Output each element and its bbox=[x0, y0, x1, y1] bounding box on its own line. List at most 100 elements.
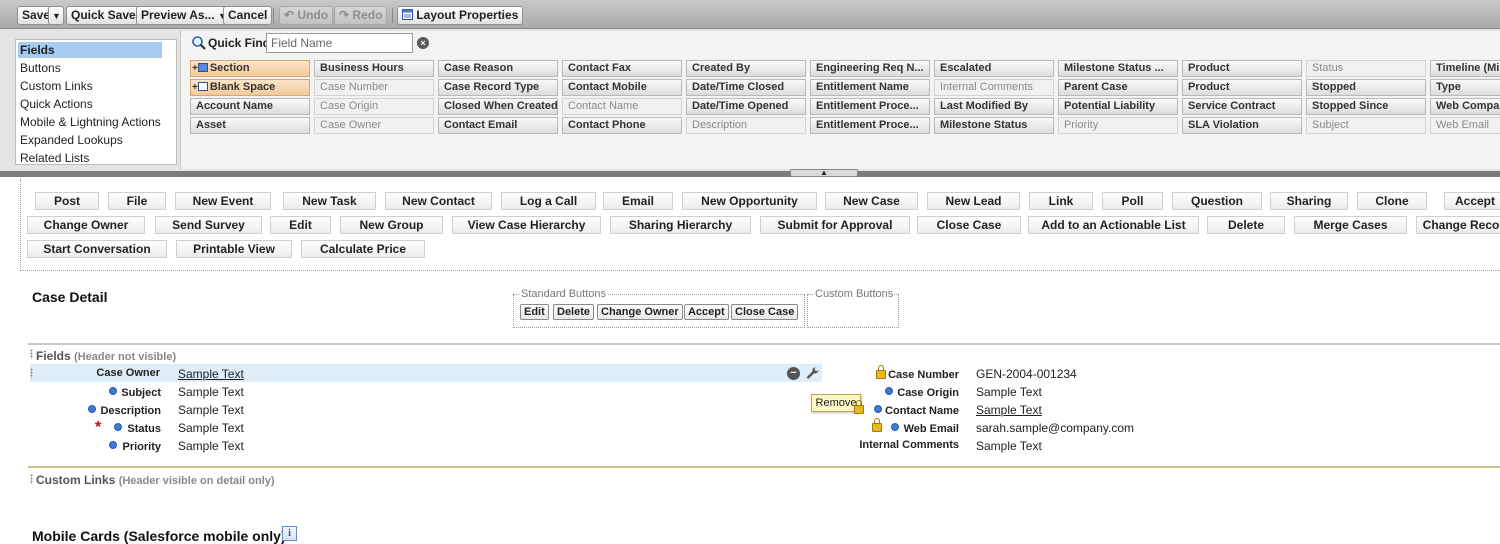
palette-field-item[interactable]: Contact Name bbox=[562, 98, 682, 115]
action-sharing-button[interactable]: Sharing bbox=[1270, 192, 1348, 210]
palette-field-item[interactable]: Asset bbox=[190, 117, 310, 134]
palette-blank-space-item[interactable]: + Blank Space bbox=[190, 79, 310, 96]
palette-field-item[interactable]: Parent Case bbox=[1058, 79, 1178, 96]
field-value-contact-name[interactable]: Sample Text bbox=[976, 403, 1042, 417]
palette-section-item[interactable]: + Section bbox=[190, 60, 310, 77]
save-dropdown-button[interactable]: ▼ bbox=[48, 6, 64, 25]
palette-field-item[interactable]: Stopped bbox=[1306, 79, 1426, 96]
palette-field-item[interactable]: Entitlement Name bbox=[810, 79, 930, 96]
palette-field-item[interactable]: Internal Comments bbox=[934, 79, 1054, 96]
palette-field-item[interactable]: Product bbox=[1182, 60, 1302, 77]
palette-field-item[interactable]: Account Name bbox=[190, 98, 310, 115]
detail-accept-button[interactable]: Accept bbox=[684, 304, 729, 320]
detail-edit-button[interactable]: Edit bbox=[520, 304, 549, 320]
palette-field-item[interactable]: Description bbox=[686, 117, 806, 134]
action-clone-button[interactable]: Clone bbox=[1357, 192, 1427, 210]
palette-field-item[interactable]: Date/Time Closed bbox=[686, 79, 806, 96]
fields-section-header[interactable]: Fields (Header not visible) bbox=[36, 349, 176, 363]
action-printable-view-button[interactable]: Printable View bbox=[176, 240, 292, 258]
action-close-case-button[interactable]: Close Case bbox=[917, 216, 1021, 234]
palette-field-item[interactable]: Engineering Req N... bbox=[810, 60, 930, 77]
category-custom-links[interactable]: Custom Links bbox=[18, 78, 162, 94]
collapse-palette-handle[interactable]: ▲ bbox=[790, 169, 858, 177]
field-value-web-email[interactable]: sarah.sample@company.com bbox=[976, 421, 1134, 435]
palette-field-item[interactable]: Milestone Status ... bbox=[1058, 60, 1178, 77]
quick-find-input[interactable] bbox=[266, 33, 413, 53]
palette-field-item[interactable]: Escalated bbox=[934, 60, 1054, 77]
category-expanded-lookups[interactable]: Expanded Lookups bbox=[18, 132, 162, 148]
field-value-internal-comments[interactable]: Sample Text bbox=[976, 439, 1042, 453]
palette-field-item[interactable]: Contact Fax bbox=[562, 60, 682, 77]
palette-field-item[interactable]: Timeline (Minu bbox=[1430, 60, 1500, 77]
preview-as-button[interactable]: Preview As... ▼ bbox=[136, 6, 232, 25]
action-file-button[interactable]: File bbox=[108, 192, 166, 210]
palette-field-item[interactable]: Case Reason bbox=[438, 60, 558, 77]
palette-field-item[interactable]: Potential Liability bbox=[1058, 98, 1178, 115]
quick-save-button[interactable]: Quick Save bbox=[66, 6, 141, 25]
palette-splitter[interactable] bbox=[0, 171, 1500, 177]
action-new-opportunity-button[interactable]: New Opportunity bbox=[682, 192, 817, 210]
undo-button[interactable]: ↶ Undo bbox=[279, 6, 334, 25]
palette-field-item[interactable]: Case Origin bbox=[314, 98, 434, 115]
palette-field-item[interactable]: Milestone Status bbox=[934, 117, 1054, 134]
field-value-description[interactable]: Sample Text bbox=[178, 403, 244, 417]
action-delete-button[interactable]: Delete bbox=[1207, 216, 1285, 234]
category-mobile-lightning-actions[interactable]: Mobile & Lightning Actions bbox=[18, 114, 162, 130]
action-log-a-call-button[interactable]: Log a Call bbox=[501, 192, 596, 210]
palette-field-item[interactable]: Contact Mobile bbox=[562, 79, 682, 96]
action-new-task-button[interactable]: New Task bbox=[283, 192, 376, 210]
action-calculate-price-button[interactable]: Calculate Price bbox=[301, 240, 425, 258]
palette-field-item[interactable]: Priority bbox=[1058, 117, 1178, 134]
palette-field-item[interactable]: Entitlement Proce... bbox=[810, 117, 930, 134]
palette-field-item[interactable]: Case Number bbox=[314, 79, 434, 96]
palette-field-item[interactable]: Closed When Created bbox=[438, 98, 558, 115]
action-post-button[interactable]: Post bbox=[35, 192, 99, 210]
custom-links-section-header[interactable]: Custom Links (Header visible on detail o… bbox=[36, 473, 275, 487]
palette-field-item[interactable]: Business Hours bbox=[314, 60, 434, 77]
cancel-button[interactable]: Cancel bbox=[223, 6, 273, 25]
drag-handle-icon[interactable] bbox=[30, 349, 33, 359]
category-fields[interactable]: Fields bbox=[18, 42, 162, 58]
palette-field-item[interactable]: Service Contract bbox=[1182, 98, 1302, 115]
action-view-case-hierarchy-button[interactable]: View Case Hierarchy bbox=[452, 216, 601, 234]
action-edit-button[interactable]: Edit bbox=[270, 216, 331, 234]
palette-field-item[interactable]: Product bbox=[1182, 79, 1302, 96]
action-add-to-an-actionable-list-button[interactable]: Add to an Actionable List bbox=[1028, 216, 1199, 234]
action-new-lead-button[interactable]: New Lead bbox=[927, 192, 1020, 210]
action-new-group-button[interactable]: New Group bbox=[340, 216, 443, 234]
detail-delete-button[interactable]: Delete bbox=[553, 304, 595, 320]
palette-field-item[interactable]: Stopped Since bbox=[1306, 98, 1426, 115]
redo-button[interactable]: ↷ Redo bbox=[334, 6, 388, 25]
palette-field-item[interactable]: Created By bbox=[686, 60, 806, 77]
field-value-priority[interactable]: Sample Text bbox=[178, 439, 244, 453]
palette-field-item[interactable]: SLA Violation bbox=[1182, 117, 1302, 134]
action-new-contact-button[interactable]: New Contact bbox=[385, 192, 492, 210]
action-submit-for-approval-button[interactable]: Submit for Approval bbox=[760, 216, 910, 234]
category-buttons[interactable]: Buttons bbox=[18, 60, 162, 76]
action-merge-cases-button[interactable]: Merge Cases bbox=[1294, 216, 1407, 234]
action-change-owner-button[interactable]: Change Owner bbox=[27, 216, 145, 234]
palette-field-item[interactable]: Web Company bbox=[1430, 98, 1500, 115]
action-accept-button[interactable]: Accept bbox=[1444, 192, 1500, 210]
palette-field-item[interactable]: Last Modified By bbox=[934, 98, 1054, 115]
field-value-case-owner[interactable]: Sample Text bbox=[178, 367, 244, 381]
palette-field-item[interactable]: Web Email bbox=[1430, 117, 1500, 134]
action-send-survey-button[interactable]: Send Survey bbox=[155, 216, 262, 234]
palette-field-item[interactable]: Case Owner bbox=[314, 117, 434, 134]
palette-field-item[interactable]: Case Record Type bbox=[438, 79, 558, 96]
info-icon[interactable]: i bbox=[282, 526, 297, 541]
field-value-subject[interactable]: Sample Text bbox=[178, 385, 244, 399]
action-link-button[interactable]: Link bbox=[1029, 192, 1093, 210]
field-value-case-origin[interactable]: Sample Text bbox=[976, 385, 1042, 399]
category-quick-actions[interactable]: Quick Actions bbox=[18, 96, 162, 112]
palette-field-item[interactable]: Date/Time Opened bbox=[686, 98, 806, 115]
action-question-button[interactable]: Question bbox=[1172, 192, 1262, 210]
detail-change-owner-button[interactable]: Change Owner bbox=[597, 304, 683, 320]
action-new-case-button[interactable]: New Case bbox=[825, 192, 918, 210]
palette-field-item[interactable]: Contact Phone bbox=[562, 117, 682, 134]
palette-field-item[interactable]: Contact Email bbox=[438, 117, 558, 134]
category-related-lists[interactable]: Related Lists bbox=[18, 150, 162, 166]
palette-field-item[interactable]: Subject bbox=[1306, 117, 1426, 134]
action-email-button[interactable]: Email bbox=[603, 192, 673, 210]
palette-field-item[interactable]: Entitlement Proce... bbox=[810, 98, 930, 115]
